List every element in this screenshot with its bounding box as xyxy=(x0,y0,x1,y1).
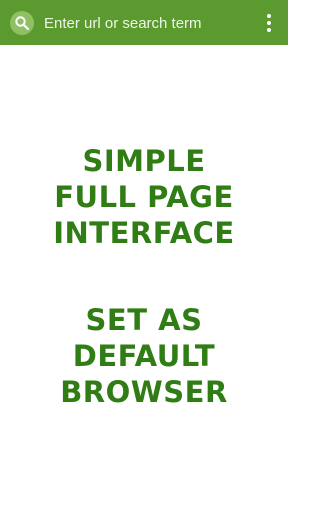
promo-block-interface: SIMPLE FULL PAGE INTERFACE xyxy=(0,143,288,251)
promo-line: SIMPLE xyxy=(82,144,206,178)
promo-line: FULL PAGE xyxy=(54,180,234,214)
url-search-input[interactable] xyxy=(44,10,244,36)
search-icon xyxy=(15,16,30,31)
browser-toolbar xyxy=(0,0,288,45)
promo-line: SET AS xyxy=(85,303,203,337)
promo-line: DEFAULT xyxy=(72,339,216,373)
promo-block-default-browser: SET AS DEFAULT BROWSER xyxy=(0,302,288,410)
more-vert-icon xyxy=(267,14,271,18)
overflow-menu-button[interactable] xyxy=(259,10,279,36)
promo-line: INTERFACE xyxy=(53,216,235,250)
search-button[interactable] xyxy=(10,11,34,35)
more-vert-icon xyxy=(267,28,271,32)
more-vert-icon xyxy=(267,21,271,25)
promo-line: BROWSER xyxy=(60,375,228,409)
